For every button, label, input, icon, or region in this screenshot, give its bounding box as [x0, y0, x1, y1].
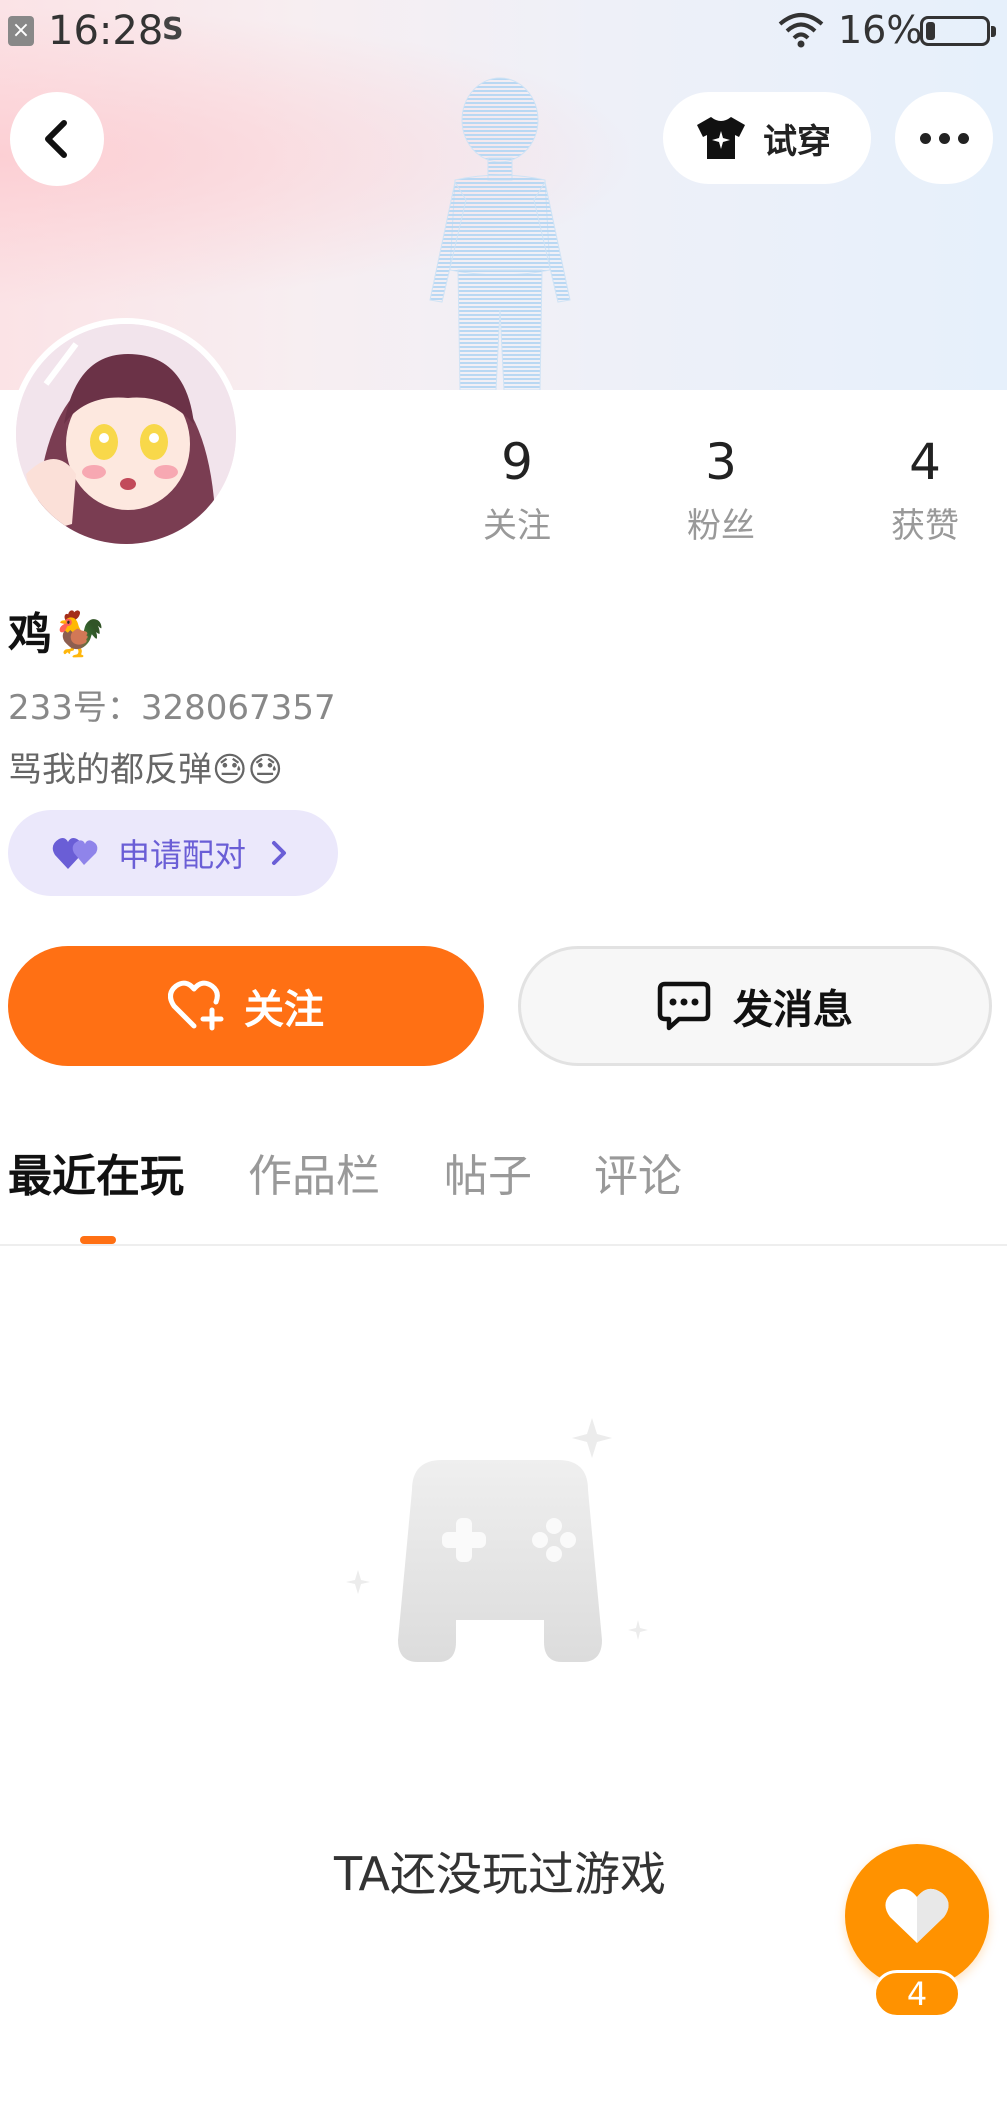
tab-comments[interactable]: 评论: [594, 1140, 682, 1204]
stat-value: 4: [909, 433, 941, 491]
back-button[interactable]: [10, 92, 104, 186]
profile-name: 鸡🐓: [8, 609, 107, 660]
tshirt-icon: [697, 117, 745, 159]
tab-works[interactable]: 作品栏: [248, 1140, 380, 1204]
more-options-button[interactable]: [895, 92, 993, 184]
profile-tabs: 最近在玩 作品栏 帖子 评论: [0, 1140, 1007, 1246]
battery-fill: [926, 22, 935, 40]
active-tab-indicator: [80, 1236, 116, 1244]
wifi-icon: [778, 13, 824, 48]
request-pair-button[interactable]: 申请配对: [8, 810, 338, 896]
stat-label: 获赞: [891, 506, 959, 546]
heart-plus-icon: [168, 980, 224, 1031]
status-time: 16:28: [48, 8, 164, 54]
battery-percent: 16%: [838, 8, 923, 52]
heart-icon: [885, 1888, 949, 1943]
send-message-button[interactable]: 发消息: [518, 946, 992, 1066]
stat-fans[interactable]: 3 粉丝: [651, 432, 791, 547]
follow-label: 关注: [244, 987, 324, 1033]
follow-button[interactable]: 关注: [8, 946, 484, 1066]
double-heart-icon: [52, 838, 98, 869]
battery-icon: [920, 16, 996, 46]
more-dot-icon: [938, 132, 950, 144]
stat-label: 粉丝: [687, 506, 755, 546]
avatar-image: [16, 324, 236, 544]
profile-bio: 骂我的都反弹😓😓: [8, 750, 283, 790]
stat-likes[interactable]: 4 获赞: [855, 432, 995, 547]
gamepad-empty-icon: [346, 1418, 648, 1662]
profile-uid: 233号：328067357: [8, 688, 336, 728]
stat-value: 9: [501, 433, 533, 491]
tab-recent-play[interactable]: 最近在玩: [8, 1140, 184, 1204]
request-pair-label: 申请配对: [118, 836, 247, 874]
more-dot-icon: [919, 132, 931, 144]
like-count-badge: 4: [873, 1970, 961, 2018]
sim-icon: S: [162, 12, 184, 47]
like-fab-button[interactable]: [845, 1844, 989, 1988]
stat-label: 关注: [483, 506, 551, 546]
stat-following[interactable]: 9 关注: [447, 432, 587, 547]
tab-posts[interactable]: 帖子: [444, 1140, 532, 1204]
avatar[interactable]: [10, 318, 242, 550]
notification-close-icon: ×: [8, 16, 34, 46]
send-message-label: 发消息: [733, 987, 853, 1033]
chevron-right-icon: [272, 841, 287, 865]
status-bar: × 16:28 S 16%: [0, 0, 1007, 60]
try-on-label: 试穿: [763, 121, 831, 162]
chevron-left-icon: [45, 120, 67, 158]
avatar-figure-hologram: [429, 77, 571, 390]
profile-page: × 16:28 S 16% 试穿 9 关注 3 粉丝 4 获赞 鸡🐓 233号：…: [0, 0, 1007, 2126]
chat-bubble-icon: [657, 981, 711, 1031]
stat-value: 3: [705, 433, 737, 491]
more-dot-icon: [957, 132, 969, 144]
try-on-button[interactable]: 试穿: [663, 92, 871, 184]
